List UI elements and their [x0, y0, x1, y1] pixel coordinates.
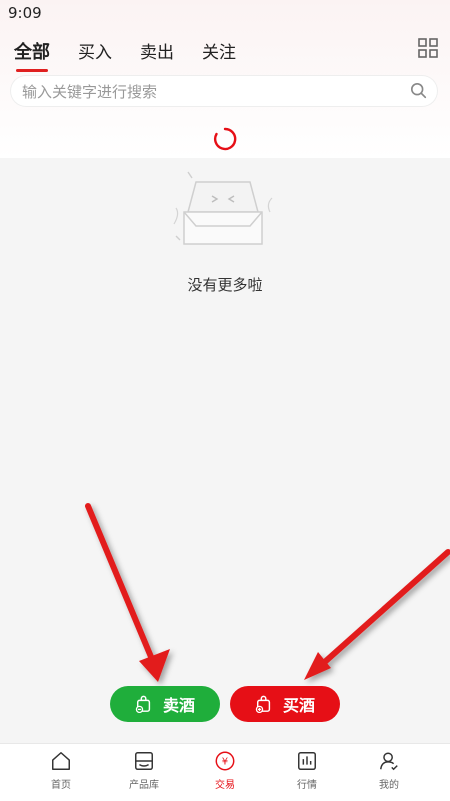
search-input[interactable]: 输入关键字进行搜索: [10, 75, 438, 107]
tab-bar: 全部 买入 卖出 关注: [14, 38, 236, 72]
search-icon[interactable]: [410, 82, 428, 100]
buy-label: 买酒: [282, 696, 315, 715]
bag-minus-icon: [135, 695, 151, 713]
header-area: 9:09 全部 买入 卖出 关注 输入关键字进行搜索: [0, 0, 450, 158]
loading-spinner-icon: [213, 127, 237, 151]
tab-all[interactable]: 全部: [14, 38, 50, 72]
nav-trade[interactable]: ¥ 交易: [190, 750, 260, 791]
home-icon: [52, 752, 70, 770]
nav-profile-label: 我的: [379, 780, 399, 791]
tab-buy[interactable]: 买入: [78, 38, 112, 64]
nav-profile[interactable]: 我的: [354, 750, 424, 791]
search-placeholder: 输入关键字进行搜索: [22, 83, 158, 101]
empty-message: 没有更多啦: [187, 276, 263, 294]
grid-icon[interactable]: [418, 38, 438, 58]
status-time: 9:09: [8, 4, 42, 22]
nav-market-label: 行情: [297, 780, 317, 791]
nav-market[interactable]: 行情: [272, 750, 342, 791]
tab-sell[interactable]: 卖出: [140, 38, 174, 64]
bag-plus-icon: [255, 695, 271, 713]
nav-product-library-label: 产品库: [129, 780, 159, 791]
tab-follow[interactable]: 关注: [202, 38, 236, 64]
market-icon: [298, 752, 316, 770]
svg-text:¥: ¥: [222, 757, 228, 768]
empty-box-icon: [173, 171, 273, 245]
product-library-icon: [135, 752, 153, 770]
buy-wine-button[interactable]: 买酒: [230, 686, 340, 722]
nav-home[interactable]: 首页: [26, 750, 96, 791]
nav-trade-label: 交易: [215, 780, 235, 791]
nav-product-library[interactable]: 产品库: [109, 750, 179, 791]
sell-label: 卖酒: [162, 696, 195, 715]
sell-wine-button[interactable]: 卖酒: [110, 686, 220, 722]
bottom-nav: 首页 产品库 ¥ 交易 行情 我的: [0, 743, 450, 801]
trade-icon: ¥: [215, 751, 235, 771]
profile-icon: [380, 752, 398, 771]
nav-home-label: 首页: [51, 780, 71, 791]
